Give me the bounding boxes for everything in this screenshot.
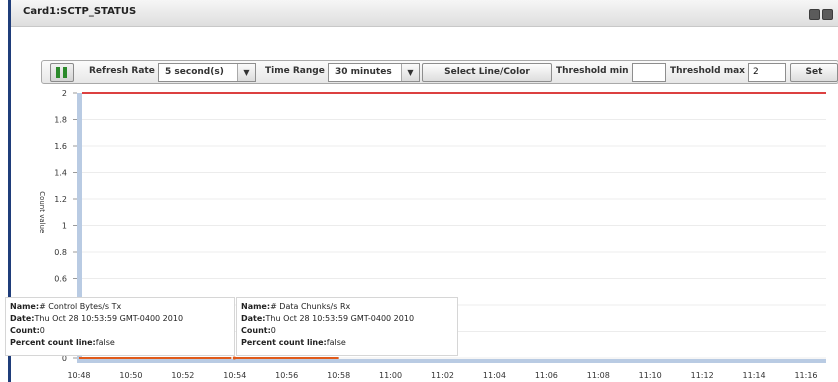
x-tick-label: 11:12 (691, 371, 714, 380)
tooltip-name: # Control Bytes/s Tx (39, 302, 122, 311)
tooltip-name-label: Name: (10, 302, 40, 311)
tooltip-pct-label: Percent count line: (241, 338, 327, 347)
tooltip-date: Thu Oct 28 10:53:59 GMT-0400 2010 (34, 314, 184, 323)
tooltip-pct-label: Percent count line: (10, 338, 96, 347)
tooltip-date-row: Date:Thu Oct 28 10:53:59 GMT-0400 2010 (241, 314, 414, 323)
tooltip-date-label: Date: (10, 314, 35, 323)
tooltip-name-row: Name:# Data Chunks/s Rx (241, 302, 350, 311)
x-tick-label: 11:00 (379, 371, 402, 380)
y-tick-label: 2 (62, 89, 67, 98)
x-tick-label: 10:58 (327, 371, 350, 380)
series-point (232, 356, 236, 360)
x-tick-label: 10:56 (275, 371, 298, 380)
y-tick-label: 1 (62, 222, 67, 231)
x-tick-label: 11:10 (639, 371, 662, 380)
x-tick-label: 10:54 (223, 371, 246, 380)
tooltip-pct-row: Percent count line:false (241, 338, 346, 347)
tooltip-pct: false (95, 338, 115, 347)
tooltip-count-label: Count: (10, 326, 40, 335)
x-tick-label: 11:06 (535, 371, 558, 380)
x-tick-label: 10:50 (119, 371, 142, 380)
y-tick-label: 1.4 (54, 169, 67, 178)
tooltip-control-bytes: Name:# Control Bytes/s Tx Date:Thu Oct 2… (5, 297, 235, 356)
x-axis-bar (77, 359, 826, 363)
x-tick-label: 10:52 (171, 371, 194, 380)
y-tick-label: 1.6 (54, 142, 67, 151)
y-tick-label: 1.8 (54, 116, 67, 125)
tooltip-count-row: Count:0 (10, 326, 45, 335)
tooltip-date-label: Date: (241, 314, 266, 323)
y-tick-label: 0.6 (54, 275, 67, 284)
tooltip-data-chunks: Name:# Data Chunks/s Rx Date:Thu Oct 28 … (236, 297, 458, 356)
tooltip-name-label: Name: (241, 302, 271, 311)
y-tick-label: 0.8 (54, 248, 67, 257)
y-axis-title: Count value (38, 191, 46, 233)
y-tick-label: 1.2 (54, 195, 67, 204)
tooltip-count: 0 (39, 326, 45, 335)
tooltip-count: 0 (270, 326, 276, 335)
x-tick-label: 10:48 (67, 371, 90, 380)
x-tick-label: 11:02 (431, 371, 454, 380)
x-tick-label: 11:08 (587, 371, 610, 380)
tooltip-date: Thu Oct 28 10:53:59 GMT-0400 2010 (265, 314, 415, 323)
x-tick-label: 11:04 (483, 371, 506, 380)
x-tick-label: 11:16 (794, 371, 817, 380)
tooltip-name-row: Name:# Control Bytes/s Tx (10, 302, 121, 311)
tooltip-name: # Data Chunks/s Rx (270, 302, 351, 311)
tooltip-pct: false (326, 338, 346, 347)
tooltip-pct-row: Percent count line:false (10, 338, 115, 347)
tooltip-count-label: Count: (241, 326, 271, 335)
x-tick-label: 11:14 (743, 371, 766, 380)
tooltip-count-row: Count:0 (241, 326, 276, 335)
tooltip-date-row: Date:Thu Oct 28 10:53:59 GMT-0400 2010 (10, 314, 183, 323)
